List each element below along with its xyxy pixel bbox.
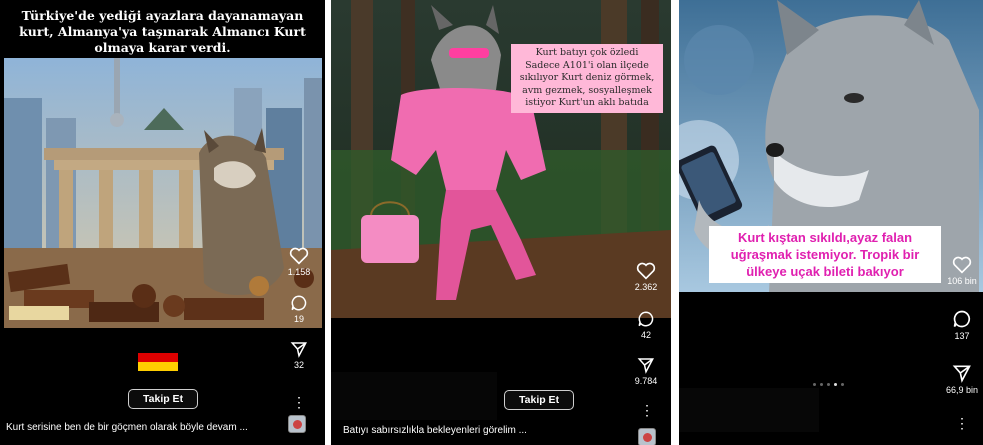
germany-flag-icon — [138, 344, 178, 371]
comment-action[interactable]: 137 — [945, 309, 979, 341]
redacted-area — [679, 388, 819, 432]
share-action[interactable]: 32 — [284, 340, 314, 370]
brandenburg-wolf-image — [4, 58, 322, 328]
more-icon[interactable]: ⋮ — [640, 403, 654, 417]
like-action[interactable]: 1.158 — [284, 247, 314, 277]
send-icon — [637, 358, 654, 374]
note-line: istiyor Kurt'un aklı batıda — [525, 97, 649, 108]
send-icon — [290, 342, 307, 358]
reel-panel-1: Türkiye'de yediği ayazlara dayanamayan k… — [0, 0, 325, 445]
pager-dot[interactable] — [841, 383, 844, 386]
heart-icon — [636, 262, 656, 280]
more-icon[interactable]: ⋮ — [292, 395, 306, 409]
share-count: 66,9 bin — [945, 385, 979, 395]
comment-count: 137 — [954, 331, 970, 341]
more-icon[interactable]: ⋮ — [955, 416, 969, 430]
share-count: 32 — [293, 360, 304, 370]
note-line: avm gezmek, sosyalleşmek — [522, 84, 652, 96]
note-line: ülkeye uçak bileti bakıyor — [746, 264, 904, 279]
top-caption: Türkiye'de yediği ayazlara dayanamayan k… — [0, 0, 325, 56]
music-icon[interactable] — [638, 428, 656, 445]
note-line: Kurt kıştan sıkıldı,ayaz falan — [737, 230, 913, 245]
bottom-caption[interactable]: Kurt serisine ben de bir göçmen olarak b… — [6, 422, 276, 433]
send-icon — [952, 365, 971, 383]
comment-count: 19 — [293, 314, 304, 324]
comment-action[interactable]: 42 — [629, 310, 663, 340]
follow-button[interactable]: Takip Et — [504, 390, 575, 410]
comment-icon — [638, 311, 654, 327]
share-action[interactable]: 66,9 bin — [945, 363, 979, 395]
note-line: uğraşmak istemiyor. Tropik bir — [730, 247, 920, 262]
like-count: 106 bin — [947, 276, 977, 286]
note-card: Kurt batıyı çok özledi Sadece A101'i ola… — [511, 44, 663, 113]
like-count: 1.158 — [287, 267, 311, 277]
reel-panel-2: Kurt batıyı çok özledi Sadece A101'i ola… — [331, 0, 671, 445]
bottom-caption[interactable]: Batıyı sabırsızlıkla bekleyenleri göreli… — [343, 425, 603, 436]
comment-icon — [291, 295, 307, 311]
music-icon[interactable] — [288, 415, 306, 433]
carousel-pager[interactable] — [813, 383, 844, 386]
pager-dot[interactable] — [813, 383, 816, 386]
note-card: Kurt kıştan sıkıldı,ayaz falan uğraşmak … — [709, 226, 941, 283]
comment-action[interactable]: 19 — [284, 294, 314, 324]
like-action[interactable]: 106 bin — [945, 256, 979, 286]
like-action[interactable]: 2.362 — [629, 262, 663, 292]
pager-dot[interactable] — [820, 383, 823, 386]
share-count: 9.784 — [634, 376, 658, 386]
note-line: sıkılıyor Kurt deniz görmek, — [519, 72, 655, 83]
reel-panel-3: Kurt kıştan sıkıldı,ayaz falan uğraşmak … — [679, 0, 983, 445]
caption-line: kurt, Almanya'ya taşınarak Almancı Kurt — [19, 24, 306, 39]
pager-dot[interactable] — [827, 383, 830, 386]
heart-icon — [952, 256, 972, 274]
caption-line: Türkiye'de yediği ayazlara dayanamayan — [21, 8, 304, 23]
follow-button[interactable]: Takip Et — [128, 389, 199, 409]
pager-dot-active[interactable] — [834, 383, 837, 386]
comment-icon — [953, 310, 971, 328]
note-line: Sadece A101'i olan ilçede — [525, 59, 649, 71]
note-line: Kurt batıyı çok özledi — [535, 47, 639, 58]
redacted-area — [331, 372, 497, 420]
heart-icon — [289, 247, 309, 265]
caption-line: olmaya karar verdi. — [94, 40, 231, 55]
like-count: 2.362 — [634, 282, 658, 292]
comment-count: 42 — [640, 330, 651, 340]
share-action[interactable]: 9.784 — [629, 356, 663, 386]
